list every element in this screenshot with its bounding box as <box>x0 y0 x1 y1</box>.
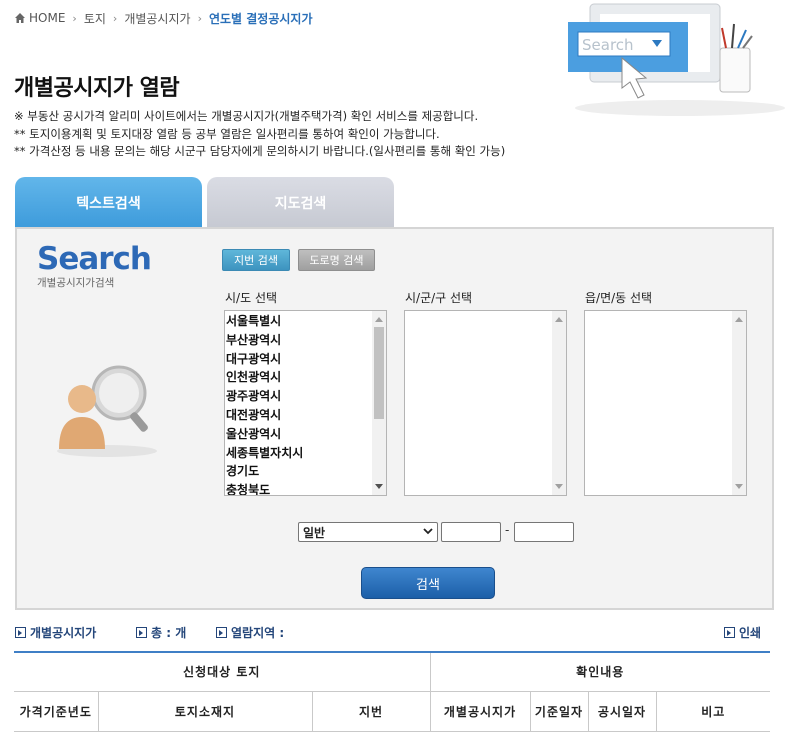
search-logo: Search 개별공시지가검색 <box>37 241 152 290</box>
notice-line: ** 토지이용계획 및 토지대장 열람 등 공부 열람은 일사편리를 통하여 확… <box>14 126 440 141</box>
main-number-input[interactable] <box>441 522 501 542</box>
result-region-text: 열람지역 : <box>231 626 285 640</box>
group-header-target-land: 신청대상 토지 <box>14 651 430 692</box>
result-region: 열람지역 : <box>216 624 284 641</box>
print-text[interactable]: 인쇄 <box>739 624 761 641</box>
notice-line: ** 가격산정 등 내용 문의는 해당 시군구 담당자에게 문의하시기 바랍니다… <box>14 144 506 158</box>
table-header-group-row: 신청대상 토지 확인내용 <box>14 651 770 692</box>
sido-option[interactable]: 대전광역시 <box>226 406 385 425</box>
sido-option[interactable]: 대구광역시 <box>226 350 385 369</box>
breadcrumb-home[interactable]: HOME <box>29 11 65 25</box>
column-header-base-year: 가격기준년도 <box>14 691 98 732</box>
arrow-box-icon <box>136 627 147 638</box>
table-header-row: 가격기준년도 토지소재지 지번 개별공시지가 기준일자 공시일자 비고 <box>14 691 770 732</box>
sigungu-scrollbar[interactable] <box>552 311 566 495</box>
group-header-confirmation: 확인내용 <box>429 651 770 692</box>
scroll-down-icon[interactable] <box>375 484 383 489</box>
scroll-down-icon[interactable] <box>735 484 743 489</box>
breadcrumb-item-land[interactable]: 토지 <box>84 10 106 27</box>
result-total: 총 : 개 <box>136 624 186 641</box>
breadcrumb-current: 연도별 결정공시지가 <box>208 11 313 26</box>
result-title: 개별공시지가 <box>15 624 96 641</box>
column-header-remarks: 비고 <box>655 691 770 732</box>
sido-option[interactable]: 인천광역시 <box>226 368 385 387</box>
road-name-search-button[interactable]: 도로명 검색 <box>298 249 375 271</box>
eupmyeondong-label: 읍/면/동 선택 <box>585 291 653 305</box>
chevron-right-icon: › <box>72 11 77 25</box>
number-separator: - <box>505 523 510 537</box>
sido-option[interactable]: 세종특별자치시 <box>226 444 385 463</box>
chevron-down-icon <box>423 528 433 535</box>
sigungu-listbox[interactable] <box>404 310 567 496</box>
scroll-up-icon[interactable] <box>555 317 563 322</box>
land-type-select[interactable]: 일반 <box>298 522 438 542</box>
notice-line: ※ 부동산 공시가격 알리미 사이트에서는 개별공시지가(개별주택가격) 확인 … <box>14 109 479 123</box>
notice-text: ※ 부동산 공시가격 알리미 사이트에서는 개별공시지가(개별주택가격) 확인 … <box>14 108 505 161</box>
arrow-box-icon <box>15 627 26 638</box>
column-header-base-date: 기준일자 <box>529 691 588 732</box>
arrow-box-icon <box>216 627 227 638</box>
sido-listbox[interactable]: 서울특별시 부산광역시 대구광역시 인천광역시 광주광역시 대전광역시 울산광역… <box>224 310 387 496</box>
sido-option[interactable]: 부산광역시 <box>226 331 385 350</box>
chevron-right-icon: › <box>197 11 202 25</box>
column-header-location: 토지소재지 <box>97 691 312 732</box>
sido-option[interactable]: 경기도 <box>226 462 385 481</box>
land-type-value: 일반 <box>303 525 326 540</box>
lot-number-search-button[interactable]: 지번 검색 <box>222 249 290 271</box>
eupmyeondong-scrollbar[interactable] <box>732 311 746 495</box>
scroll-down-icon[interactable] <box>555 484 563 489</box>
sido-label: 시/도 선택 <box>225 291 278 305</box>
sido-option[interactable]: 울산광역시 <box>226 425 385 444</box>
tab-text-search[interactable]: 텍스트검색 <box>15 177 202 228</box>
result-total-text: 총 : 개 <box>151 626 187 640</box>
print-link[interactable]: 인쇄 <box>724 624 761 641</box>
person-magnifier-icon <box>57 365 157 457</box>
scroll-up-icon[interactable] <box>735 317 743 322</box>
arrow-box-icon <box>724 627 735 638</box>
search-logo-title: Search <box>37 241 152 277</box>
scroll-up-icon[interactable] <box>375 317 383 322</box>
hero-search-text: Search <box>582 36 634 54</box>
search-button[interactable]: 검색 <box>361 567 495 599</box>
column-header-land-price: 개별공시지가 <box>429 691 530 732</box>
search-logo-subtitle: 개별공시지가검색 <box>37 277 115 289</box>
sido-scrollbar[interactable] <box>372 311 386 495</box>
tab-map-search[interactable]: 지도검색 <box>207 177 394 228</box>
column-header-lot-number: 지번 <box>311 691 430 732</box>
page-title: 개별공시지가 열람 <box>14 76 180 101</box>
breadcrumb-item-price[interactable]: 개별공시지가 <box>124 10 190 27</box>
sub-number-input[interactable] <box>514 522 574 542</box>
scroll-thumb[interactable] <box>374 327 384 419</box>
search-panel: Search 개별공시지가검색 지번 검색 도로명 검색 시/도 선택 시/군/… <box>15 227 774 610</box>
breadcrumb: HOME › 토지 › 개별공시지가 › 연도별 결정공시지가 <box>14 10 313 26</box>
eupmyeondong-listbox[interactable] <box>584 310 747 496</box>
sigungu-label: 시/군/구 선택 <box>405 291 473 305</box>
sido-option[interactable]: 광주광역시 <box>226 387 385 406</box>
home-icon[interactable] <box>14 12 26 24</box>
sido-option[interactable]: 충청북도 <box>226 481 385 495</box>
chevron-right-icon: › <box>112 11 118 25</box>
result-title-text: 개별공시지가 <box>30 626 97 640</box>
sido-option[interactable]: 서울특별시 <box>226 312 385 331</box>
column-header-notice-date: 공시일자 <box>587 691 656 732</box>
header-illustration: Search <box>568 3 785 116</box>
result-table: 신청대상 토지 확인내용 가격기준년도 토지소재지 지번 개별공시지가 기준일자… <box>14 651 770 732</box>
